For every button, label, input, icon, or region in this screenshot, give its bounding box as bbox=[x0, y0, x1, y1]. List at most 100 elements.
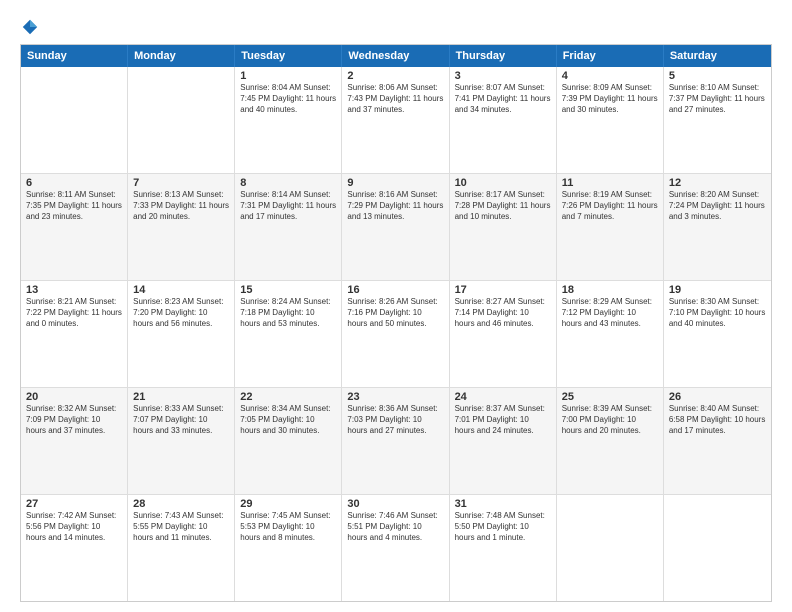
calendar-header: SundayMondayTuesdayWednesdayThursdayFrid… bbox=[21, 45, 771, 67]
calendar-cell: 8Sunrise: 8:14 AM Sunset: 7:31 PM Daylig… bbox=[235, 174, 342, 280]
calendar-cell: 27Sunrise: 7:42 AM Sunset: 5:56 PM Dayli… bbox=[21, 495, 128, 601]
cell-detail: Sunrise: 8:11 AM Sunset: 7:35 PM Dayligh… bbox=[26, 190, 122, 222]
day-number: 31 bbox=[455, 498, 551, 510]
calendar-cell: 2Sunrise: 8:06 AM Sunset: 7:43 PM Daylig… bbox=[342, 67, 449, 173]
calendar-cell: 28Sunrise: 7:43 AM Sunset: 5:55 PM Dayli… bbox=[128, 495, 235, 601]
day-number: 7 bbox=[133, 177, 229, 189]
cell-detail: Sunrise: 8:30 AM Sunset: 7:10 PM Dayligh… bbox=[669, 297, 766, 329]
weekday-header: Wednesday bbox=[342, 45, 449, 67]
day-number: 5 bbox=[669, 70, 766, 82]
calendar: SundayMondayTuesdayWednesdayThursdayFrid… bbox=[20, 44, 772, 602]
cell-detail: Sunrise: 7:45 AM Sunset: 5:53 PM Dayligh… bbox=[240, 511, 336, 543]
day-number: 21 bbox=[133, 391, 229, 403]
calendar-body: 1Sunrise: 8:04 AM Sunset: 7:45 PM Daylig… bbox=[21, 67, 771, 601]
calendar-cell: 19Sunrise: 8:30 AM Sunset: 7:10 PM Dayli… bbox=[664, 281, 771, 387]
calendar-cell: 20Sunrise: 8:32 AM Sunset: 7:09 PM Dayli… bbox=[21, 388, 128, 494]
calendar-cell bbox=[128, 67, 235, 173]
cell-detail: Sunrise: 8:26 AM Sunset: 7:16 PM Dayligh… bbox=[347, 297, 443, 329]
cell-detail: Sunrise: 8:23 AM Sunset: 7:20 PM Dayligh… bbox=[133, 297, 229, 329]
day-number: 9 bbox=[347, 177, 443, 189]
cell-detail: Sunrise: 8:06 AM Sunset: 7:43 PM Dayligh… bbox=[347, 83, 443, 115]
weekday-header: Saturday bbox=[664, 45, 771, 67]
day-number: 3 bbox=[455, 70, 551, 82]
logo bbox=[20, 18, 40, 36]
calendar-cell: 15Sunrise: 8:24 AM Sunset: 7:18 PM Dayli… bbox=[235, 281, 342, 387]
day-number: 30 bbox=[347, 498, 443, 510]
weekday-header: Thursday bbox=[450, 45, 557, 67]
calendar-cell: 11Sunrise: 8:19 AM Sunset: 7:26 PM Dayli… bbox=[557, 174, 664, 280]
cell-detail: Sunrise: 8:34 AM Sunset: 7:05 PM Dayligh… bbox=[240, 404, 336, 436]
cell-detail: Sunrise: 8:13 AM Sunset: 7:33 PM Dayligh… bbox=[133, 190, 229, 222]
calendar-cell bbox=[21, 67, 128, 173]
day-number: 18 bbox=[562, 284, 658, 296]
calendar-cell bbox=[664, 495, 771, 601]
cell-detail: Sunrise: 8:04 AM Sunset: 7:45 PM Dayligh… bbox=[240, 83, 336, 115]
day-number: 13 bbox=[26, 284, 122, 296]
calendar-row: 27Sunrise: 7:42 AM Sunset: 5:56 PM Dayli… bbox=[21, 494, 771, 601]
day-number: 19 bbox=[669, 284, 766, 296]
day-number: 14 bbox=[133, 284, 229, 296]
calendar-cell: 12Sunrise: 8:20 AM Sunset: 7:24 PM Dayli… bbox=[664, 174, 771, 280]
cell-detail: Sunrise: 7:48 AM Sunset: 5:50 PM Dayligh… bbox=[455, 511, 551, 543]
cell-detail: Sunrise: 8:10 AM Sunset: 7:37 PM Dayligh… bbox=[669, 83, 766, 115]
calendar-cell: 21Sunrise: 8:33 AM Sunset: 7:07 PM Dayli… bbox=[128, 388, 235, 494]
cell-detail: Sunrise: 8:16 AM Sunset: 7:29 PM Dayligh… bbox=[347, 190, 443, 222]
calendar-cell: 4Sunrise: 8:09 AM Sunset: 7:39 PM Daylig… bbox=[557, 67, 664, 173]
cell-detail: Sunrise: 7:42 AM Sunset: 5:56 PM Dayligh… bbox=[26, 511, 122, 543]
calendar-cell: 16Sunrise: 8:26 AM Sunset: 7:16 PM Dayli… bbox=[342, 281, 449, 387]
calendar-cell: 24Sunrise: 8:37 AM Sunset: 7:01 PM Dayli… bbox=[450, 388, 557, 494]
cell-detail: Sunrise: 8:17 AM Sunset: 7:28 PM Dayligh… bbox=[455, 190, 551, 222]
day-number: 10 bbox=[455, 177, 551, 189]
cell-detail: Sunrise: 8:36 AM Sunset: 7:03 PM Dayligh… bbox=[347, 404, 443, 436]
calendar-cell: 3Sunrise: 8:07 AM Sunset: 7:41 PM Daylig… bbox=[450, 67, 557, 173]
cell-detail: Sunrise: 8:20 AM Sunset: 7:24 PM Dayligh… bbox=[669, 190, 766, 222]
calendar-cell: 31Sunrise: 7:48 AM Sunset: 5:50 PM Dayli… bbox=[450, 495, 557, 601]
calendar-cell: 26Sunrise: 8:40 AM Sunset: 6:58 PM Dayli… bbox=[664, 388, 771, 494]
calendar-cell: 6Sunrise: 8:11 AM Sunset: 7:35 PM Daylig… bbox=[21, 174, 128, 280]
calendar-row: 13Sunrise: 8:21 AM Sunset: 7:22 PM Dayli… bbox=[21, 280, 771, 387]
calendar-cell: 5Sunrise: 8:10 AM Sunset: 7:37 PM Daylig… bbox=[664, 67, 771, 173]
day-number: 8 bbox=[240, 177, 336, 189]
day-number: 26 bbox=[669, 391, 766, 403]
calendar-cell: 18Sunrise: 8:29 AM Sunset: 7:12 PM Dayli… bbox=[557, 281, 664, 387]
day-number: 22 bbox=[240, 391, 336, 403]
cell-detail: Sunrise: 8:19 AM Sunset: 7:26 PM Dayligh… bbox=[562, 190, 658, 222]
calendar-cell: 14Sunrise: 8:23 AM Sunset: 7:20 PM Dayli… bbox=[128, 281, 235, 387]
day-number: 6 bbox=[26, 177, 122, 189]
day-number: 20 bbox=[26, 391, 122, 403]
day-number: 23 bbox=[347, 391, 443, 403]
calendar-cell: 13Sunrise: 8:21 AM Sunset: 7:22 PM Dayli… bbox=[21, 281, 128, 387]
calendar-row: 6Sunrise: 8:11 AM Sunset: 7:35 PM Daylig… bbox=[21, 173, 771, 280]
day-number: 11 bbox=[562, 177, 658, 189]
cell-detail: Sunrise: 8:37 AM Sunset: 7:01 PM Dayligh… bbox=[455, 404, 551, 436]
cell-detail: Sunrise: 7:43 AM Sunset: 5:55 PM Dayligh… bbox=[133, 511, 229, 543]
day-number: 27 bbox=[26, 498, 122, 510]
calendar-cell: 10Sunrise: 8:17 AM Sunset: 7:28 PM Dayli… bbox=[450, 174, 557, 280]
cell-detail: Sunrise: 8:39 AM Sunset: 7:00 PM Dayligh… bbox=[562, 404, 658, 436]
calendar-cell: 25Sunrise: 8:39 AM Sunset: 7:00 PM Dayli… bbox=[557, 388, 664, 494]
day-number: 2 bbox=[347, 70, 443, 82]
cell-detail: Sunrise: 8:21 AM Sunset: 7:22 PM Dayligh… bbox=[26, 297, 122, 329]
calendar-cell: 29Sunrise: 7:45 AM Sunset: 5:53 PM Dayli… bbox=[235, 495, 342, 601]
cell-detail: Sunrise: 8:33 AM Sunset: 7:07 PM Dayligh… bbox=[133, 404, 229, 436]
cell-detail: Sunrise: 8:32 AM Sunset: 7:09 PM Dayligh… bbox=[26, 404, 122, 436]
calendar-cell: 7Sunrise: 8:13 AM Sunset: 7:33 PM Daylig… bbox=[128, 174, 235, 280]
cell-detail: Sunrise: 7:46 AM Sunset: 5:51 PM Dayligh… bbox=[347, 511, 443, 543]
day-number: 4 bbox=[562, 70, 658, 82]
calendar-cell: 23Sunrise: 8:36 AM Sunset: 7:03 PM Dayli… bbox=[342, 388, 449, 494]
day-number: 25 bbox=[562, 391, 658, 403]
day-number: 17 bbox=[455, 284, 551, 296]
cell-detail: Sunrise: 8:27 AM Sunset: 7:14 PM Dayligh… bbox=[455, 297, 551, 329]
day-number: 29 bbox=[240, 498, 336, 510]
calendar-row: 1Sunrise: 8:04 AM Sunset: 7:45 PM Daylig… bbox=[21, 67, 771, 173]
calendar-cell: 17Sunrise: 8:27 AM Sunset: 7:14 PM Dayli… bbox=[450, 281, 557, 387]
day-number: 15 bbox=[240, 284, 336, 296]
page-header bbox=[20, 18, 772, 36]
weekday-header: Tuesday bbox=[235, 45, 342, 67]
cell-detail: Sunrise: 8:07 AM Sunset: 7:41 PM Dayligh… bbox=[455, 83, 551, 115]
calendar-cell: 1Sunrise: 8:04 AM Sunset: 7:45 PM Daylig… bbox=[235, 67, 342, 173]
cell-detail: Sunrise: 8:29 AM Sunset: 7:12 PM Dayligh… bbox=[562, 297, 658, 329]
day-number: 24 bbox=[455, 391, 551, 403]
day-number: 28 bbox=[133, 498, 229, 510]
calendar-cell: 22Sunrise: 8:34 AM Sunset: 7:05 PM Dayli… bbox=[235, 388, 342, 494]
